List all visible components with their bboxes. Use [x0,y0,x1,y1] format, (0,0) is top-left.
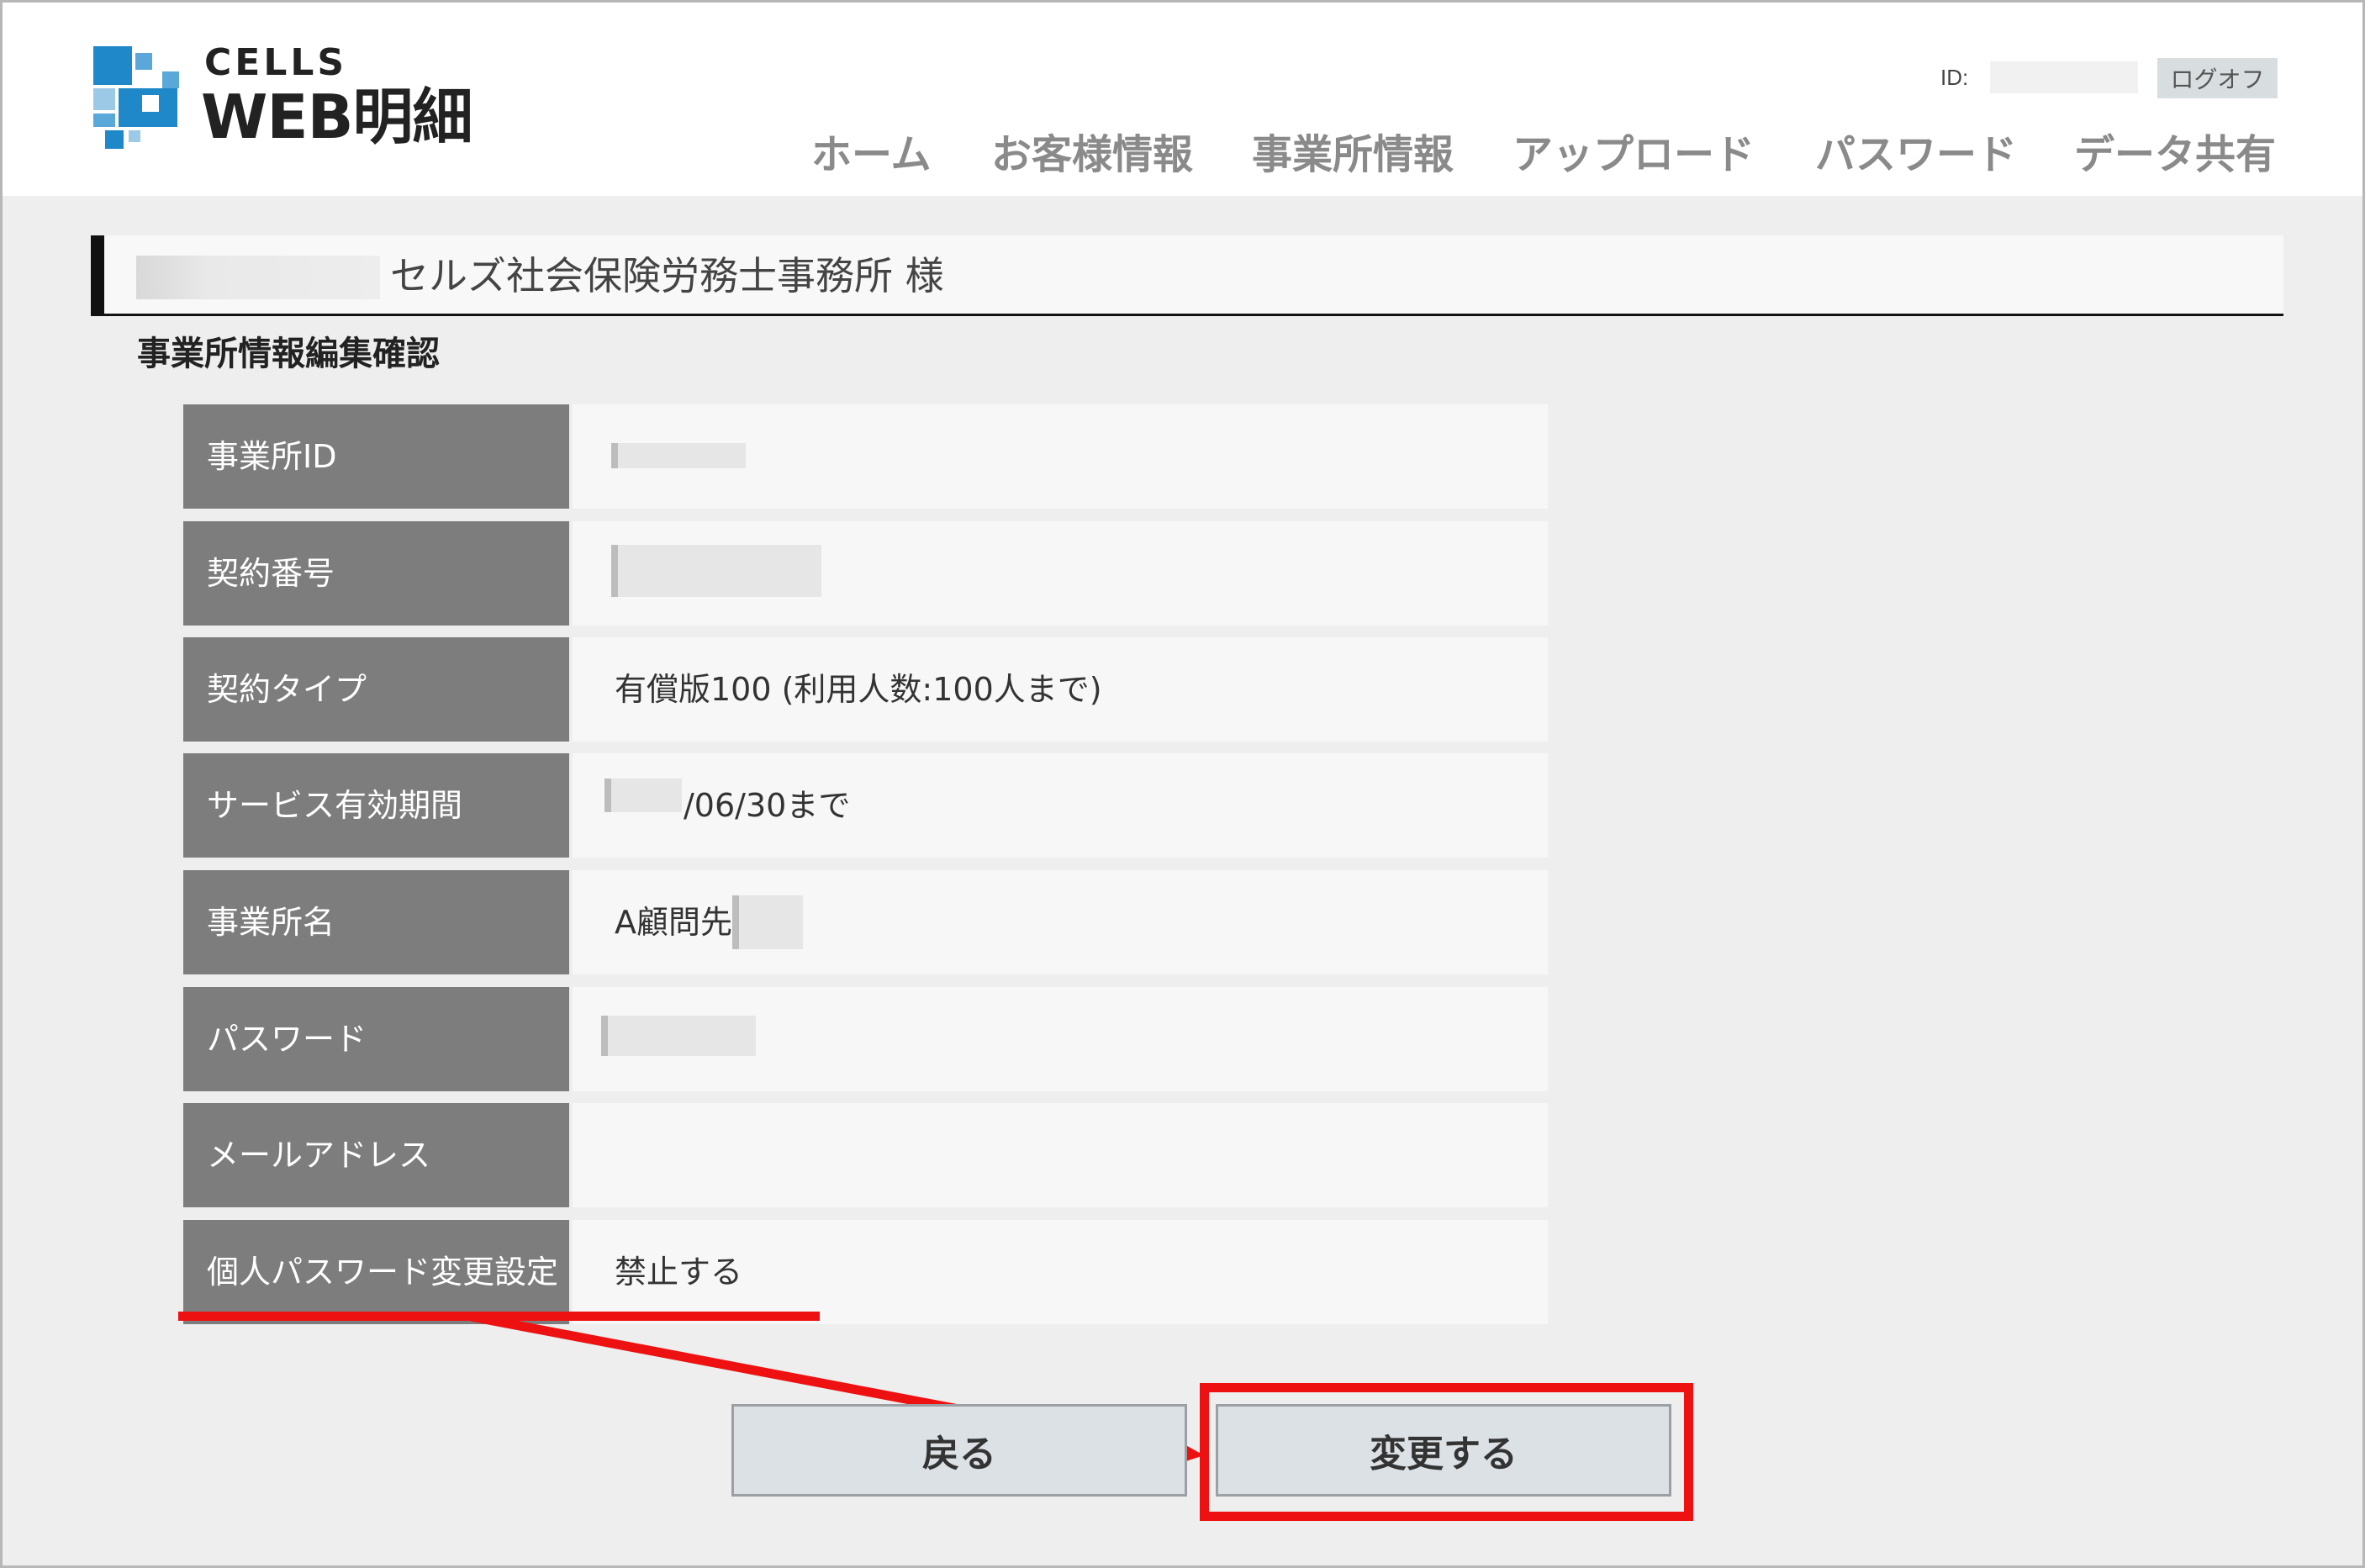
row-label-office-name: 事業所名 [183,870,569,974]
table-row: 事業所名 A顧問先 [183,870,1548,974]
table-row: 契約タイプ 有償版100 (利用人数:100人まで) [183,637,1548,742]
annotation-underline [178,1312,820,1321]
row-value-service-period: /06/30まで [573,753,1548,858]
row-value-office-id [573,404,1548,509]
table-row: 事業所ID [183,404,1548,509]
nav-customer-info[interactable]: お客様情報 [991,129,1193,181]
row-label-contract-type: 契約タイプ [183,637,569,742]
id-label: ID: [1940,65,1969,90]
office-id-redacted [611,443,746,468]
service-year-redacted [604,779,682,812]
nav-office-info[interactable]: 事業所情報 [1252,129,1454,181]
office-name: セルズ社会保険労務士事務所 様 [390,253,944,298]
office-title-bar: セルズ社会保険労務士事務所 様 [91,235,2283,316]
header: CELLS WEB明細 ID: ログオフ ホーム お客様情報 事業所情報 アップ… [3,3,2362,196]
nav-password[interactable]: パスワード [1815,129,2017,181]
row-value-personal-password-setting: 禁止する [573,1220,1548,1324]
id-value-redacted [1990,61,2138,93]
password-redacted [601,1016,756,1056]
office-code-redacted [136,256,380,299]
table-row: 個人パスワード変更設定 禁止する [183,1220,1548,1324]
office-name-redacted [732,895,803,949]
service-period-value: /06/30まで [684,787,851,824]
row-label-service-period: サービス有効期間 [183,753,569,858]
row-label-email: メールアドレス [183,1103,569,1207]
table-row: メールアドレス [183,1103,1548,1207]
office-name-value: A顧問先 [615,904,732,941]
row-value-office-name: A顧問先 [573,870,1548,974]
nav-upload[interactable]: アップロード [1512,129,1755,181]
row-label-contract-number: 契約番号 [183,521,569,626]
page-title: 事業所情報編集確認 [137,335,440,373]
logo-cells-text: CELLS [204,41,348,84]
table-row: パスワード [183,987,1548,1091]
annotation-highlight-box [1200,1383,1693,1521]
nav-data-share[interactable]: データ共有 [2074,129,2276,181]
row-label-password: パスワード [183,987,569,1091]
main-nav: ホーム お客様情報 事業所情報 アップロード パスワード データ共有 [3,129,2365,187]
row-value-contract-type: 有償版100 (利用人数:100人まで) [573,637,1548,742]
nav-home[interactable]: ホーム [811,129,932,181]
row-value-password [573,987,1548,1091]
logoff-button[interactable]: ログオフ [2157,58,2278,98]
table-row: 契約番号 [183,521,1548,626]
contract-number-redacted [611,545,821,597]
row-value-contract-number [573,521,1548,626]
row-label-office-id: 事業所ID [183,404,569,509]
row-label-personal-password-setting: 個人パスワード変更設定 [183,1220,569,1324]
row-value-email [573,1103,1548,1207]
back-button[interactable]: 戻る [731,1404,1187,1497]
table-row: サービス有効期間 /06/30まで [183,753,1548,858]
